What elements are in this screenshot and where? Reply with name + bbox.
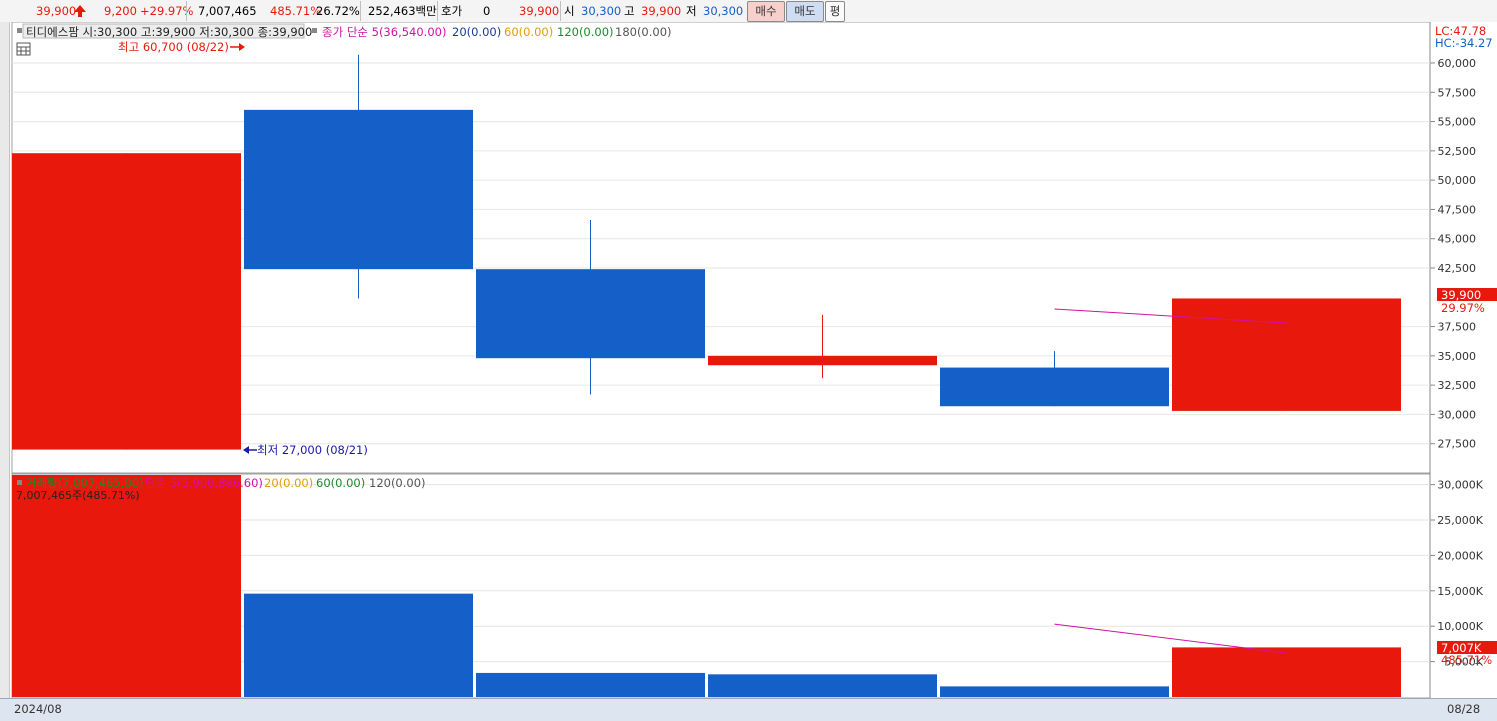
open-label: 시	[564, 4, 575, 18]
low-marker-label: 최저 27,000 (08/21)	[257, 443, 368, 457]
price-tick-label: 55,000	[1438, 116, 1477, 129]
volume-tick-label: 30,000K	[1437, 479, 1483, 492]
last-price-pct: 29.97%	[1441, 301, 1485, 315]
last-price-label: 39,900	[1441, 288, 1481, 302]
volume-ma60-legend: 60(0.00)	[316, 476, 365, 490]
volume-legend: 거래량(7,007,465.00)	[26, 476, 144, 490]
toolbar: 39,900 9,200 +29.97% 7,007,465 485.71% 2…	[0, 0, 1497, 23]
divider	[437, 1, 438, 21]
price-tick-label: 57,500	[1438, 86, 1477, 99]
price-change: 9,200	[104, 4, 137, 18]
buy-button[interactable]: 매수	[747, 1, 785, 22]
open-value: 30,300	[581, 4, 622, 18]
volume-value-label: 7,007,465주(485.71%)	[16, 489, 140, 502]
divider	[560, 1, 561, 21]
candle-body	[940, 367, 1169, 407]
turnover-rate: 26.72%	[316, 4, 360, 18]
legend-marker-icon	[17, 28, 22, 33]
chart-area: 27,500 30,000 32,500 35,000 37,500 42,500 45,0…	[10, 22, 1497, 698]
volume-bar	[476, 672, 705, 697]
hc-indicator: HC:-34.27	[1435, 36, 1493, 50]
volume-ma5-legend: 단순 5(5,900,886.60)	[145, 476, 263, 490]
sell-button[interactable]: 매도	[786, 1, 824, 22]
volume-bar	[244, 593, 473, 697]
current-price: 39,900	[36, 4, 77, 18]
candle-body	[708, 355, 937, 366]
volume-bar	[1172, 647, 1401, 697]
price-tick-label: 60,000	[1438, 57, 1477, 70]
stock-legend: 티디에스팜 시:30,300 고:39,900 저:30,300 종:39,90…	[26, 25, 312, 39]
up-arrow-icon	[74, 4, 86, 18]
ma5-legend: 종가 단순 5(36,540.00)	[322, 25, 446, 39]
divider	[186, 1, 187, 21]
average-button[interactable]: 평	[825, 1, 845, 22]
volume-bar	[940, 686, 1169, 697]
volume-tick-label: 20,000K	[1437, 549, 1483, 562]
price-tick-label: 30,000	[1438, 408, 1477, 421]
divider	[360, 1, 361, 21]
candle-body	[244, 109, 473, 270]
price-tick-label: 50,000	[1438, 174, 1477, 187]
price-tick-label: 37,500	[1438, 321, 1477, 334]
volume-ma120-legend: 120(0.00)	[369, 476, 426, 490]
high-marker-label: 최고 60,700 (08/22)	[118, 40, 229, 54]
price-tick-label: 42,500	[1438, 262, 1477, 275]
low-label: 저	[686, 4, 697, 18]
high-label: 고	[624, 4, 635, 18]
price-tick-label: 35,000	[1438, 350, 1477, 363]
volume-tick-label: 10,000K	[1437, 620, 1483, 633]
volume-ma20-legend: 20(0.00)	[264, 476, 313, 490]
ma180-legend: 180(0.00)	[615, 25, 672, 39]
date-start-label: 2024/08	[14, 702, 62, 716]
candle-body	[12, 153, 241, 450]
quote-label: 호가	[441, 4, 463, 18]
ma20-legend: 20(0.00)	[452, 25, 501, 39]
volume-tick-label: 15,000K	[1437, 585, 1483, 598]
ma120-legend: 120(0.00)	[557, 25, 614, 39]
date-end-label: 08/28	[1447, 702, 1481, 716]
date-axis-bar: 2024/08 08/28	[0, 698, 1497, 721]
quote-price: 39,900	[519, 4, 560, 18]
price-tick-label: 47,500	[1438, 203, 1477, 216]
high-value: 39,900	[641, 4, 682, 18]
price-tick-label: 45,000	[1438, 233, 1477, 246]
volume-ratio: 485.71%	[270, 4, 322, 18]
price-tick-label: 27,500	[1438, 438, 1477, 451]
volume-value: 7,007,465	[198, 4, 257, 18]
legend-marker-icon	[312, 28, 317, 33]
ma60-legend: 60(0.00)	[504, 25, 553, 39]
volume-bar	[12, 475, 241, 697]
volume-tick-label: 25,000K	[1437, 514, 1483, 527]
trade-amount: 252,463백만	[368, 4, 437, 18]
price-tick-label: 52,500	[1438, 145, 1477, 158]
volume-bar	[708, 674, 937, 697]
quote-value: 0	[483, 4, 491, 18]
legend-marker-icon	[17, 480, 22, 485]
candle-body	[476, 269, 705, 359]
last-volume-pct: 485.71%	[1441, 653, 1492, 667]
table-view-icon[interactable]	[16, 42, 31, 56]
low-value: 30,300	[703, 4, 744, 18]
candle-body	[1172, 298, 1401, 411]
price-tick-label: 32,500	[1438, 379, 1477, 392]
